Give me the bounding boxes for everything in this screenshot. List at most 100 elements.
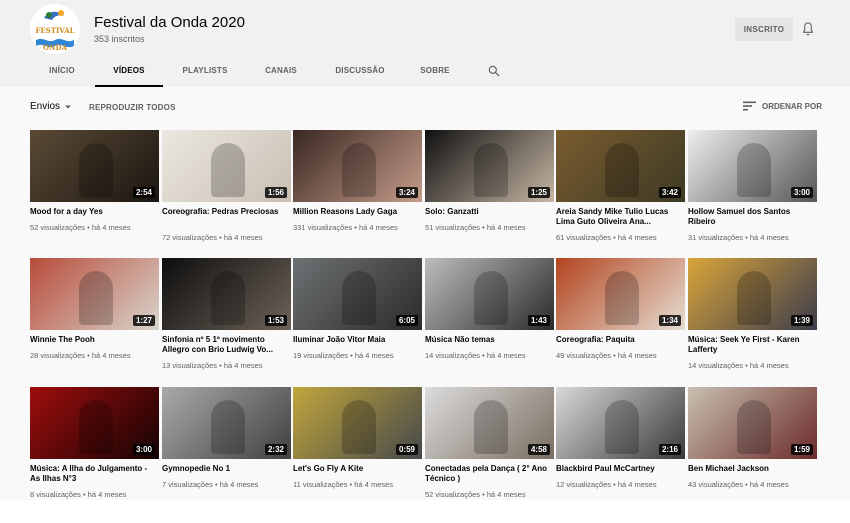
video-title[interactable]: Coreografia: Paquita: [556, 335, 685, 345]
video-title[interactable]: Solo: Ganzatti: [425, 207, 554, 217]
video-title[interactable]: Música Não temas: [425, 335, 554, 345]
video-duration: 1:27: [132, 315, 155, 326]
thumbnail-subject: [605, 142, 640, 197]
video-meta: 49 visualizações • há 4 meses: [556, 351, 657, 360]
caret-down-icon: [65, 105, 72, 108]
channel-title: Festival da Onda 2020: [94, 14, 245, 31]
video-duration: 2:16: [658, 444, 681, 455]
video-card[interactable]: 2:32 Gymnopedie No 1 7 visualizações • há …: [162, 387, 291, 505]
video-card[interactable]: 1:59 Ben Michael Jackson 43 visualizações …: [688, 387, 817, 505]
video-title[interactable]: Million Reasons Lady Gaga: [293, 207, 422, 217]
video-meta: 28 visualizações • há 4 meses: [30, 351, 131, 360]
search-icon[interactable]: [487, 64, 501, 78]
video-title[interactable]: Música: Seek Ye First - Karen Lafferty: [688, 335, 817, 355]
thumbnail-subject: [211, 270, 246, 325]
video-title[interactable]: Ben Michael Jackson: [688, 464, 817, 474]
video-title[interactable]: Mood for a day Yes: [30, 207, 159, 217]
video-card[interactable]: 3:42 Areia Sandy Mike Tulio Lucas Lima Gu…: [556, 130, 685, 248]
video-title[interactable]: Blackbird Paul McCartney: [556, 464, 685, 474]
video-title[interactable]: Sinfonia nº 5 1º movimento Allegro con B…: [162, 335, 291, 355]
tab-discussao[interactable]: DISCUSSÃO: [326, 55, 394, 87]
thumbnail-subject: [79, 270, 114, 325]
video-thumbnail[interactable]: 1:59: [688, 387, 817, 459]
video-thumbnail[interactable]: 1:39: [688, 258, 817, 330]
video-meta: 8 visualizações • há 4 meses: [30, 490, 127, 499]
video-card[interactable]: 1:25 Solo: Ganzatti 51 visualizações • há …: [425, 130, 554, 248]
video-duration: 6:05: [395, 315, 418, 326]
video-thumbnail[interactable]: 3:42: [556, 130, 685, 202]
thumbnail-subject: [737, 142, 772, 197]
video-duration: 1:56: [264, 187, 287, 198]
video-thumbnail[interactable]: 1:27: [30, 258, 159, 330]
video-title[interactable]: Coreografia: Pedras Preciosas: [162, 207, 291, 217]
tab-canais[interactable]: CANAIS: [256, 55, 306, 87]
tab-playlists[interactable]: PLAYLISTS: [174, 55, 236, 87]
video-title[interactable]: Gymnopedie No 1: [162, 464, 291, 474]
video-card[interactable]: 2:54 Mood for a day Yes 52 visualizações •…: [30, 130, 159, 248]
play-all-button[interactable]: REPRODUZIR TODOS: [89, 103, 176, 112]
video-thumbnail[interactable]: 1:56: [162, 130, 291, 202]
video-title[interactable]: Areia Sandy Mike Tulio Lucas Lima Guto O…: [556, 207, 685, 227]
video-card[interactable]: 3:00 Música: A Ilha do Julgamento - As Il…: [30, 387, 159, 505]
video-thumbnail[interactable]: 0:59: [293, 387, 422, 459]
video-thumbnail[interactable]: 3:00: [688, 130, 817, 202]
video-card[interactable]: 1:56 Coreografia: Pedras Preciosas 72 visu…: [162, 130, 291, 248]
subscribed-button[interactable]: INSCRITO: [735, 18, 793, 41]
uploads-dropdown[interactable]: Envios: [30, 101, 73, 112]
video-meta: 331 visualizações • há 4 meses: [293, 223, 398, 232]
video-title[interactable]: Iluminar João Vitor Maia: [293, 335, 422, 345]
tab-inicio[interactable]: INÍCIO: [34, 55, 90, 87]
video-title[interactable]: Winnie The Pooh: [30, 335, 159, 345]
video-thumbnail[interactable]: 2:16: [556, 387, 685, 459]
festival-logo: FESTIVAL ONDA: [30, 4, 80, 54]
video-card[interactable]: 1:34 Coreografia: Paquita 49 visualizações…: [556, 258, 685, 376]
video-card[interactable]: 1:27 Winnie The Pooh 28 visualizações • há…: [30, 258, 159, 376]
video-thumbnail[interactable]: 2:32: [162, 387, 291, 459]
video-thumbnail[interactable]: 2:54: [30, 130, 159, 202]
video-meta: 13 visualizações • há 4 meses: [162, 361, 263, 370]
video-card[interactable]: 6:05 Iluminar João Vitor Maia 19 visualiza…: [293, 258, 422, 376]
video-title[interactable]: Hollow Samuel dos Santos Ribeiro: [688, 207, 817, 227]
video-thumbnail[interactable]: 1:53: [162, 258, 291, 330]
tab-videos[interactable]: VÍDEOS: [95, 55, 163, 87]
video-meta: 52 visualizações • há 4 meses: [30, 223, 131, 232]
video-card[interactable]: 0:59 Let's Go Fly A Kite 11 visualizações …: [293, 387, 422, 505]
video-thumbnail[interactable]: 3:00: [30, 387, 159, 459]
svg-text:ONDA: ONDA: [43, 43, 68, 52]
video-thumbnail[interactable]: 1:43: [425, 258, 554, 330]
video-card[interactable]: 1:39 Música: Seek Ye First - Karen Laffer…: [688, 258, 817, 376]
video-thumbnail[interactable]: 1:34: [556, 258, 685, 330]
svg-text:FESTIVAL: FESTIVAL: [35, 26, 74, 35]
video-card[interactable]: 4:58 Conectadas pela Dança ( 2° Ano Técni…: [425, 387, 554, 505]
video-thumbnail[interactable]: 4:58: [425, 387, 554, 459]
video-meta: 11 visualizações • há 4 meses: [293, 480, 394, 489]
bell-icon[interactable]: [800, 21, 816, 37]
video-duration: 1:53: [264, 315, 287, 326]
sort-button[interactable]: ORDENAR POR: [743, 101, 822, 111]
video-duration: 3:00: [790, 187, 813, 198]
video-card[interactable]: 1:43 Música Não temas 14 visualizações • h…: [425, 258, 554, 376]
thumbnail-subject: [474, 270, 509, 325]
video-card[interactable]: 2:16 Blackbird Paul McCartney 12 visualiza…: [556, 387, 685, 505]
thumbnail-subject: [605, 270, 640, 325]
video-meta: 14 visualizações • há 4 meses: [688, 361, 789, 370]
video-card[interactable]: 3:24 Million Reasons Lady Gaga 331 visuali…: [293, 130, 422, 248]
video-toolbar: Envios REPRODUZIR TODOS ORDENAR POR: [0, 95, 850, 121]
video-meta: 19 visualizações • há 4 meses: [293, 351, 394, 360]
video-duration: 4:58: [527, 444, 550, 455]
video-title[interactable]: Música: A Ilha do Julgamento - As Ilhas …: [30, 464, 159, 484]
video-thumbnail[interactable]: 6:05: [293, 258, 422, 330]
video-card[interactable]: 3:00 Hollow Samuel dos Santos Ribeiro 31 v…: [688, 130, 817, 248]
video-duration: 1:34: [658, 315, 681, 326]
channel-avatar[interactable]: FESTIVAL ONDA: [30, 4, 80, 54]
video-card[interactable]: 1:53 Sinfonia nº 5 1º movimento Allegro c…: [162, 258, 291, 376]
video-thumbnail[interactable]: 3:24: [293, 130, 422, 202]
video-title[interactable]: Let's Go Fly A Kite: [293, 464, 422, 474]
video-meta: 12 visualizações • há 4 meses: [556, 480, 657, 489]
tab-sobre[interactable]: SOBRE: [411, 55, 459, 87]
video-duration: 1:25: [527, 187, 550, 198]
video-thumbnail[interactable]: 1:25: [425, 130, 554, 202]
video-title[interactable]: Conectadas pela Dança ( 2° Ano Técnico ): [425, 464, 554, 484]
thumbnail-subject: [474, 399, 509, 454]
page-bottom: [0, 500, 850, 523]
